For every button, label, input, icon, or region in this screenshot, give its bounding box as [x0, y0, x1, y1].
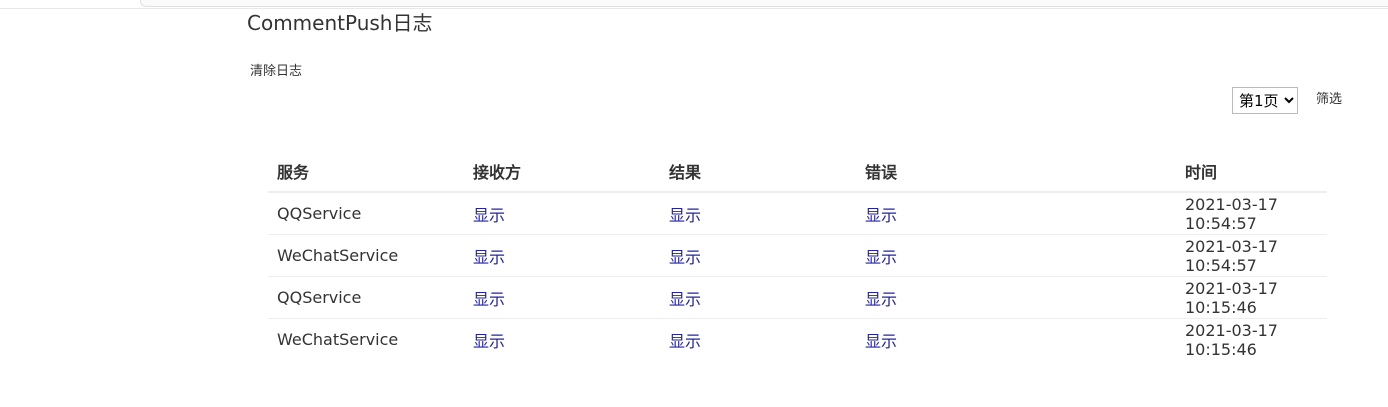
- show-result-link[interactable]: 显示: [669, 332, 701, 351]
- table-row: WeChatService 显示 显示 显示 2021-03-17 10:15:…: [268, 319, 1327, 361]
- header-error: 错误: [856, 150, 1176, 193]
- clear-log-button[interactable]: 清除日志: [250, 63, 302, 81]
- show-receiver-link[interactable]: 显示: [473, 332, 505, 351]
- header-time: 时间: [1176, 150, 1327, 193]
- header-result: 结果: [660, 150, 856, 193]
- cell-time: 2021-03-17 10:54:57: [1176, 192, 1327, 235]
- table-row: QQService 显示 显示 显示 2021-03-17 10:54:57: [268, 192, 1327, 235]
- cell-service: WeChatService: [268, 234, 464, 277]
- cell-time: 2021-03-17 10:15:46: [1176, 276, 1327, 319]
- cell-service: QQService: [268, 192, 464, 235]
- cell-time: 2021-03-17 10:15:46: [1185, 320, 1278, 359]
- browser-top-strip: [0, 0, 1388, 9]
- show-error-link[interactable]: 显示: [865, 248, 897, 267]
- show-error-link[interactable]: 显示: [865, 290, 897, 309]
- filter-button[interactable]: 筛选: [1316, 91, 1342, 109]
- log-table: 服务 接收方 结果 错误 时间 QQService 显示 显示 显示 2021-…: [268, 150, 1327, 360]
- browser-tab-edge: [140, 0, 1388, 7]
- header-service: 服务: [268, 150, 464, 193]
- show-result-link[interactable]: 显示: [669, 206, 701, 225]
- show-result-link[interactable]: 显示: [669, 248, 701, 267]
- show-result-link[interactable]: 显示: [669, 290, 701, 309]
- show-receiver-link[interactable]: 显示: [473, 206, 505, 225]
- cell-service: WeChatService: [277, 330, 399, 349]
- header-receiver: 接收方: [464, 150, 660, 193]
- show-error-link[interactable]: 显示: [865, 206, 897, 225]
- cell-service: QQService: [268, 276, 464, 319]
- page-select[interactable]: 第1页: [1232, 87, 1298, 114]
- table-header-row: 服务 接收方 结果 错误 时间: [268, 150, 1327, 193]
- show-receiver-link[interactable]: 显示: [473, 248, 505, 267]
- show-error-link[interactable]: 显示: [865, 332, 897, 351]
- page-title: CommentPush日志: [247, 11, 433, 35]
- table-row: QQService 显示 显示 显示 2021-03-17 10:15:46: [268, 276, 1327, 319]
- show-receiver-link[interactable]: 显示: [473, 290, 505, 309]
- table-row: WeChatService 显示 显示 显示 2021-03-17 10:54:…: [268, 234, 1327, 277]
- cell-time: 2021-03-17 10:54:57: [1176, 234, 1327, 277]
